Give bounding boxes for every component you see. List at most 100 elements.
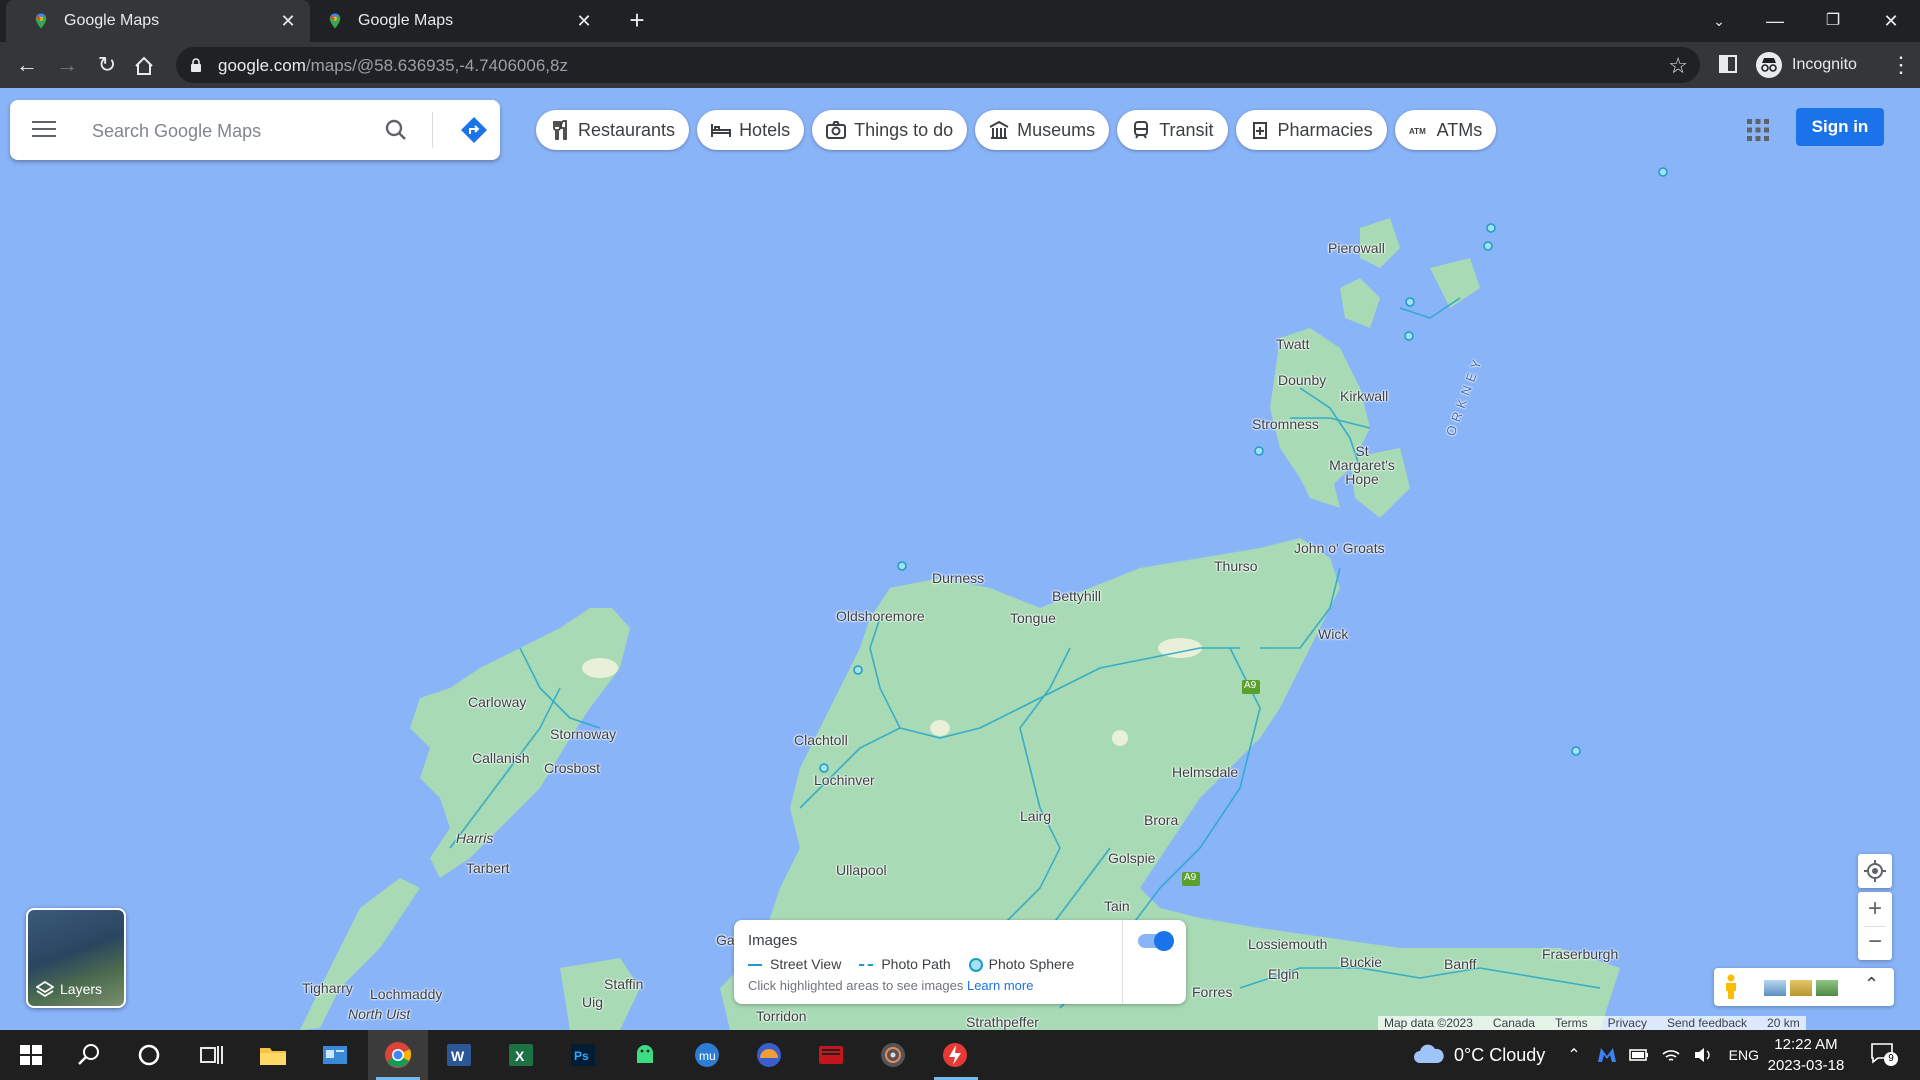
chevron-up-icon[interactable]: ⌃ (1567, 1045, 1580, 1065)
place-label[interactable]: Stornoway (550, 726, 616, 742)
volume-icon[interactable] (1693, 1046, 1713, 1064)
tab-search-icon[interactable]: ⌄ (1704, 6, 1734, 36)
send-feedback-link[interactable]: Send feedback (1667, 1016, 1747, 1030)
browser-tab-active[interactable]: Google Maps ✕ (6, 0, 310, 42)
word-icon[interactable]: W (444, 1040, 474, 1070)
place-label[interactable]: Kirkwall (1340, 388, 1388, 404)
place-label[interactable]: Crosbost (544, 760, 600, 776)
place-label[interactable]: Stromness (1252, 416, 1319, 432)
images-toggle[interactable] (1138, 931, 1174, 951)
restore-icon[interactable]: ❐ (1818, 6, 1848, 36)
place-label[interactable]: Durness (932, 570, 984, 586)
home-icon[interactable] (134, 56, 154, 76)
chip-restaurants[interactable]: Restaurants (536, 110, 690, 150)
cortana-icon[interactable] (134, 1040, 164, 1070)
place-label[interactable]: Tigharry (302, 980, 353, 996)
zoom-out-button[interactable]: − (1858, 927, 1892, 960)
place-label[interactable]: Buckie (1340, 954, 1382, 970)
pegman-icon[interactable] (1722, 974, 1740, 1000)
notification-center-button[interactable]: 9 (1870, 1042, 1898, 1066)
mu-app-icon[interactable]: mu (692, 1040, 722, 1070)
close-window-icon[interactable]: ✕ (1876, 6, 1906, 36)
my-location-button[interactable] (1858, 854, 1892, 888)
place-label[interactable]: John o' Groats (1294, 540, 1385, 556)
forward-arrow-icon[interactable]: → (52, 50, 82, 80)
place-label[interactable]: Strathpeffer (966, 1014, 1039, 1030)
expand-icon[interactable]: ⌃ (1864, 974, 1879, 995)
photoshop-icon[interactable]: Ps (568, 1040, 598, 1070)
sign-in-button[interactable]: Sign in (1796, 108, 1884, 146)
place-label[interactable]: Banff (1444, 956, 1476, 972)
zoom-in-button[interactable]: + (1858, 892, 1892, 926)
directions-icon[interactable] (460, 116, 488, 144)
flash-app-icon[interactable] (940, 1040, 970, 1070)
minimize-icon[interactable]: — (1760, 6, 1790, 36)
excel-icon[interactable]: X (506, 1040, 536, 1070)
language-indicator[interactable]: ENG (1729, 1047, 1759, 1063)
place-label[interactable]: Uig (582, 994, 603, 1010)
thumbnail-3[interactable] (1816, 980, 1838, 996)
address-bar[interactable]: google.com/maps/@58.636935,-4.7406006,8z… (176, 47, 1700, 83)
privacy-link[interactable]: Privacy (1608, 1016, 1647, 1030)
windows-start-icon[interactable] (16, 1040, 46, 1070)
place-label[interactable]: Tain (1104, 898, 1130, 914)
thumbnail-2[interactable] (1790, 980, 1812, 996)
place-label[interactable]: Ullapool (836, 862, 887, 878)
hamburger-menu-icon[interactable] (32, 120, 56, 138)
android-app-icon[interactable] (630, 1040, 660, 1070)
clock[interactable]: 12:22 AM 2023-03-18 (1766, 1034, 1846, 1076)
chip-things-to-do[interactable]: Things to do (812, 110, 968, 150)
place-label[interactable]: Lochinver (814, 772, 875, 788)
place-label[interactable]: Brora (1144, 812, 1178, 828)
new-tab-button[interactable]: + (624, 7, 650, 34)
malwarebytes-icon[interactable] (1597, 1047, 1617, 1063)
terms-link[interactable]: Terms (1555, 1016, 1588, 1030)
place-label[interactable]: Tongue (1010, 610, 1056, 626)
place-label[interactable]: Bettyhill (1052, 588, 1101, 604)
video-app-icon[interactable] (816, 1040, 846, 1070)
close-tab-icon[interactable]: ✕ (278, 11, 298, 31)
country-link[interactable]: Canada (1493, 1016, 1535, 1030)
search-icon[interactable] (74, 1040, 104, 1070)
url-text[interactable]: google.com/maps/@58.636935,-4.7406006,8z (218, 56, 568, 76)
place-label[interactable]: Callanish (472, 750, 530, 766)
file-explorer-icon[interactable] (258, 1040, 288, 1070)
chip-atms[interactable]: ATM ATMs (1394, 110, 1497, 150)
chip-museums[interactable]: Museums (975, 110, 1110, 150)
place-label[interactable]: Lairg (1020, 808, 1051, 824)
task-view-icon[interactable] (196, 1040, 226, 1070)
battery-icon[interactable] (1628, 1048, 1649, 1062)
place-label[interactable]: Clachtoll (794, 732, 848, 748)
place-label[interactable]: Golspie (1108, 850, 1155, 866)
wifi-icon[interactable] (1661, 1046, 1681, 1064)
learn-more-link[interactable]: Learn more (967, 978, 1033, 993)
back-arrow-icon[interactable]: ← (12, 50, 42, 80)
browser-tab[interactable]: Google Maps ✕ (310, 0, 606, 42)
place-label[interactable]: Helmsdale (1172, 764, 1238, 780)
search-icon[interactable] (384, 118, 408, 142)
weather-text[interactable]: 0°C Cloudy (1454, 1045, 1545, 1066)
place-label[interactable]: Pierowall (1328, 240, 1385, 256)
place-label[interactable]: Fraserburgh (1542, 946, 1618, 962)
chip-transit[interactable]: Transit (1117, 110, 1228, 150)
scale-label[interactable]: 20 km (1767, 1016, 1800, 1030)
close-tab-icon[interactable]: ✕ (574, 11, 594, 31)
chip-hotels[interactable]: Hotels (697, 110, 805, 150)
chrome-icon[interactable] (383, 1040, 413, 1070)
place-label[interactable]: St Margaret's Hope (1322, 444, 1402, 486)
place-label[interactable]: Staffin (604, 976, 643, 992)
incognito-badge[interactable]: Incognito (1756, 50, 1857, 80)
place-label[interactable]: Elgin (1268, 966, 1299, 982)
search-input[interactable] (90, 114, 374, 148)
place-label[interactable]: Wick (1318, 626, 1348, 642)
place-label[interactable]: Carloway (468, 694, 526, 710)
side-panel-icon[interactable] (1718, 54, 1738, 74)
app-window-icon[interactable] (320, 1040, 350, 1070)
disc-app-icon[interactable] (878, 1040, 908, 1070)
thumbnail-1[interactable] (1764, 980, 1786, 996)
google-apps-icon[interactable] (1746, 118, 1770, 142)
map-canvas[interactable]: Pierowall Twatt Dounby Kirkwall Stromnes… (0, 88, 1920, 1030)
place-label[interactable]: Thurso (1214, 558, 1258, 574)
layers-button[interactable]: Layers (26, 908, 126, 1008)
place-label[interactable]: Twatt (1276, 336, 1309, 352)
